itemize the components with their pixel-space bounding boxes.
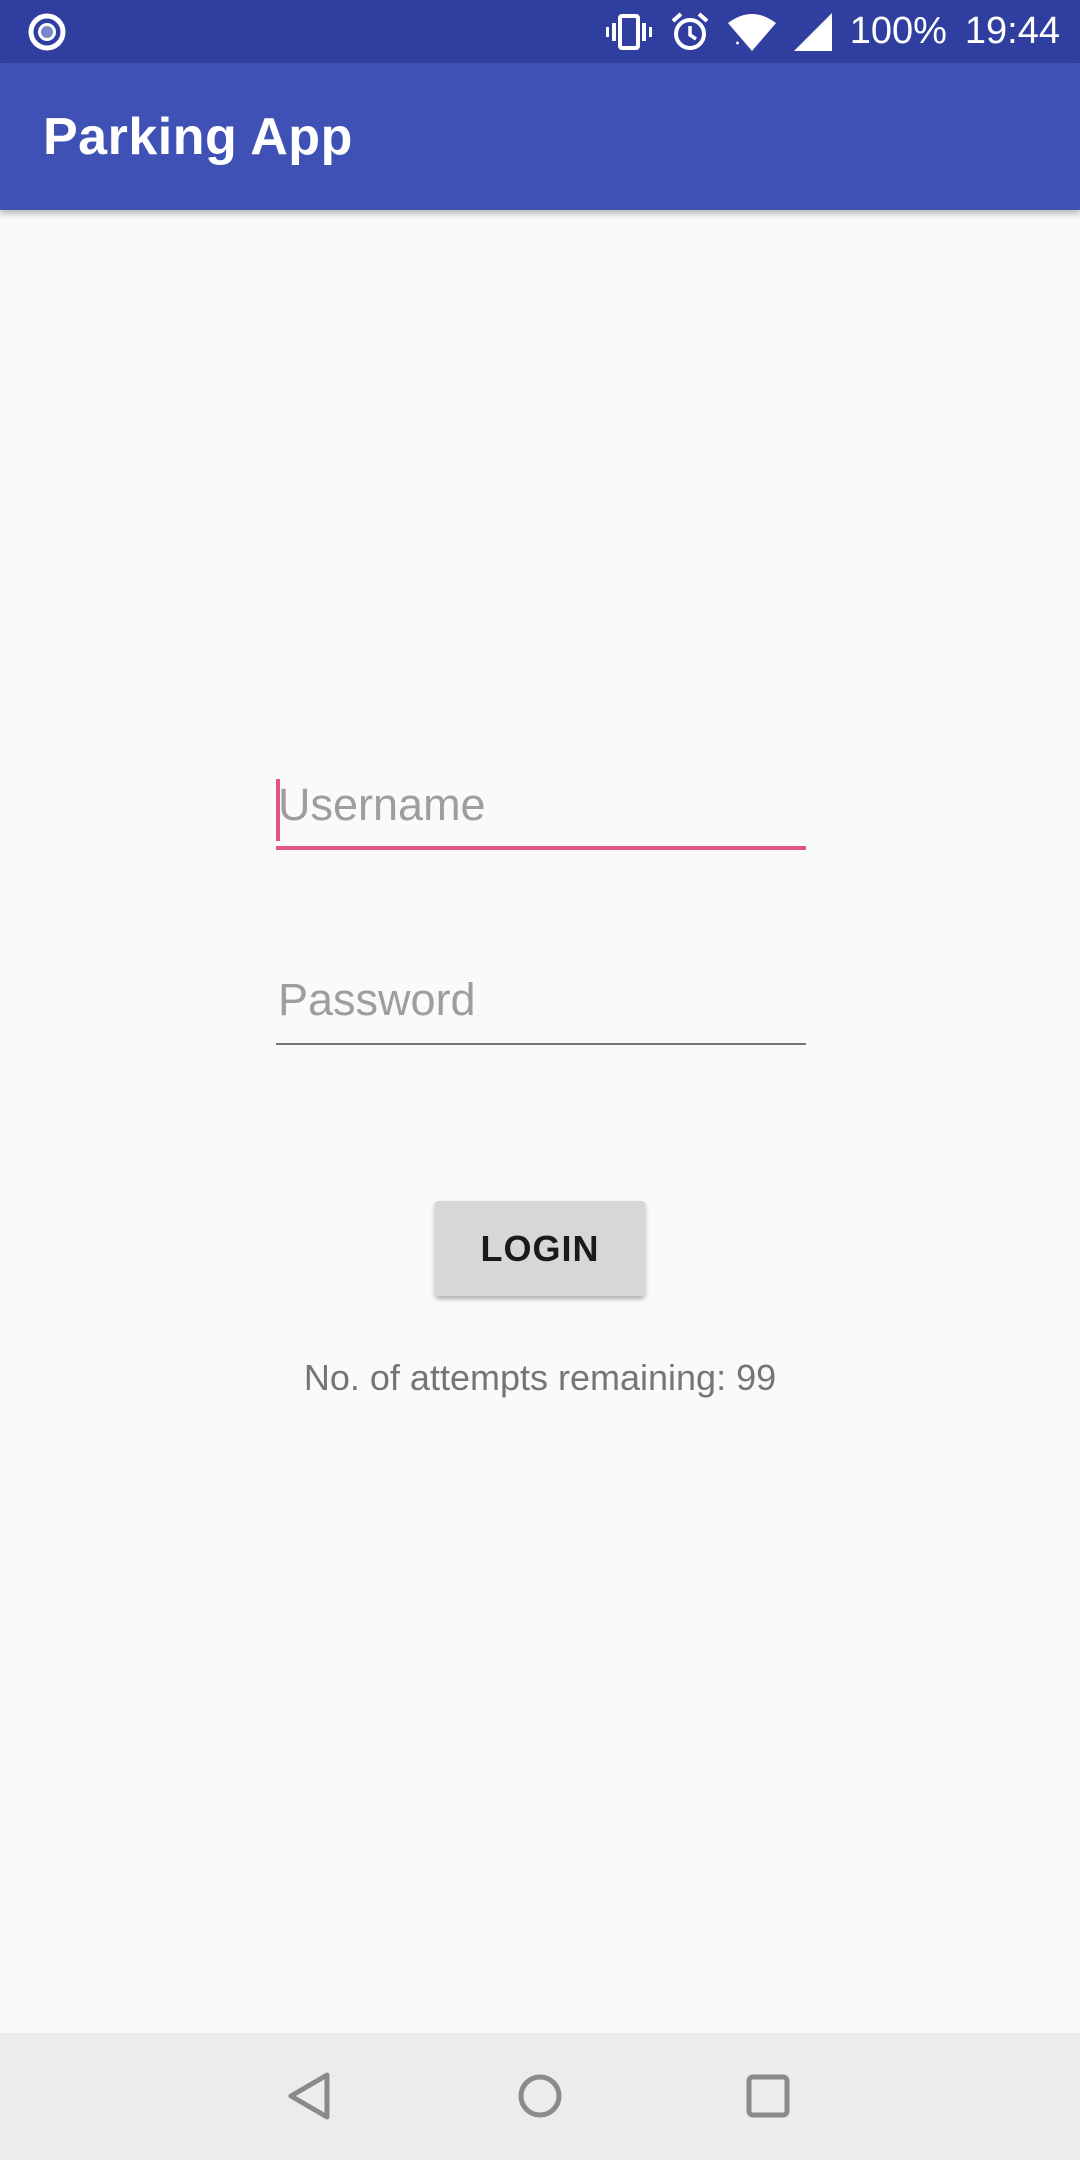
vibrate-icon [605, 13, 652, 51]
signal-icon [793, 12, 832, 51]
status-icons: 100% 19:44 [605, 0, 1060, 63]
text-cursor [276, 779, 280, 841]
app-bar: Parking App [0, 63, 1080, 210]
attempts-remaining-text: No. of attempts remaining: 99 [303, 1357, 777, 1398]
password-input[interactable] [276, 965, 806, 1045]
battery-text: 100% [849, 10, 947, 52]
back-icon[interactable] [275, 2061, 345, 2131]
alarm-icon [670, 11, 710, 52]
clock-text: 19:44 [964, 10, 1060, 52]
home-icon[interactable] [505, 2061, 575, 2131]
login-button[interactable]: LOGIN [435, 1201, 645, 1296]
password-underline [276, 1043, 806, 1045]
username-underline [276, 846, 806, 850]
password-field[interactable] [276, 965, 806, 1045]
app-title: Parking App [43, 108, 353, 166]
record-icon [28, 13, 66, 51]
navigation-bar [0, 2033, 1080, 2160]
recents-icon[interactable] [733, 2061, 803, 2131]
username-input[interactable] [276, 770, 806, 850]
status-bar: 100% 19:44 [0, 0, 1080, 63]
wifi-icon [727, 13, 776, 51]
username-field[interactable] [276, 770, 806, 850]
